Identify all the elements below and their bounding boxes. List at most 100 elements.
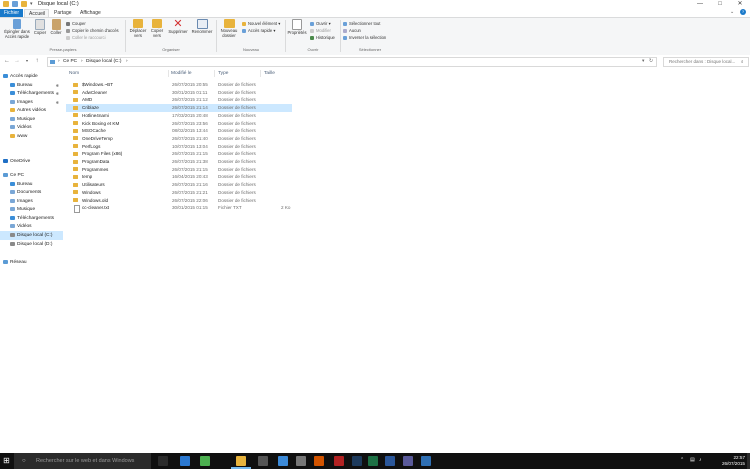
settings-icon[interactable] <box>296 456 306 466</box>
photoshop-icon[interactable] <box>352 456 362 466</box>
delete-button[interactable]: ✕ Supprimer <box>167 19 189 35</box>
nav-item[interactable]: Disque local (C:) <box>0 231 63 240</box>
taskbar-search-input[interactable]: Rechercher sur le web et dans Windows <box>36 453 134 469</box>
edit-button[interactable]: Modifier <box>310 28 331 34</box>
word-icon[interactable] <box>385 456 395 466</box>
chrome-icon[interactable] <box>200 456 210 466</box>
file-row[interactable]: $Windows.~BT 26/07/2015 20:55 Dossier de f… <box>66 81 292 89</box>
office-icon[interactable] <box>314 456 324 466</box>
column-divider[interactable] <box>168 70 169 77</box>
breadcrumb-drive-c[interactable]: Disque local (C:) <box>86 58 121 66</box>
qat-dropdown-icon[interactable]: ▾ <box>30 1 33 7</box>
windows-start-icon[interactable]: ⊞ <box>3 457 11 465</box>
rename-button[interactable]: Renommer <box>190 19 214 35</box>
store-icon[interactable] <box>278 456 288 466</box>
taskbar-search[interactable]: ○ Rechercher sur le web et dans Windows <box>14 453 151 469</box>
invert-selection-button[interactable]: Inverser la sélection <box>343 35 386 41</box>
minimize-button[interactable]: — <box>690 0 710 9</box>
copy-button[interactable]: Copier <box>32 19 48 36</box>
new-folder-button[interactable]: Nouveau dossier <box>218 19 240 38</box>
search-input[interactable]: Rechercher dans : Disque local... <box>669 58 735 66</box>
select-all-button[interactable]: Sélectionner tout <box>343 21 380 27</box>
file-row[interactable]: Windows.old 26/07/2015 22:06 Dossier de fi… <box>66 197 292 205</box>
address-dropdown-icon[interactable]: ▾ <box>642 58 644 66</box>
properties-qat-icon[interactable] <box>12 1 18 7</box>
column-name[interactable]: Nom <box>69 69 79 78</box>
file-explorer-icon[interactable] <box>236 456 246 466</box>
tab-share[interactable]: Partage <box>50 9 76 17</box>
file-row[interactable]: Kick Boxing et KM 26/07/2015 23:56 Dossier… <box>66 120 292 128</box>
new-folder-qat-icon[interactable] <box>21 1 27 7</box>
column-type[interactable]: Type <box>218 69 228 78</box>
file-row[interactable]: Programmes 26/07/2015 21:15 Dossier de fic… <box>66 166 292 174</box>
nav-item[interactable]: Documents <box>0 188 63 197</box>
properties-button[interactable]: Propriétés <box>287 19 307 36</box>
column-divider[interactable] <box>214 70 215 77</box>
select-none-button[interactable]: Aucun <box>343 28 361 34</box>
move-to-button[interactable]: Déplacer vers <box>128 19 148 38</box>
forward-button[interactable]: → <box>13 57 21 65</box>
history-button[interactable]: Historique <box>310 35 335 41</box>
column-divider[interactable] <box>260 70 261 77</box>
nav-item[interactable]: OneDrive <box>0 157 63 166</box>
search-box[interactable]: Rechercher dans : Disque local... ⌕ <box>663 57 749 67</box>
network-tray-icon[interactable]: ▤ <box>690 457 695 463</box>
copy-to-button[interactable]: Copier vers <box>148 19 166 38</box>
tab-home[interactable]: Accueil <box>24 9 49 17</box>
back-button[interactable]: ← <box>3 57 11 65</box>
pin-quick-access-button[interactable]: Épingler dans Accès rapide <box>2 19 32 39</box>
nav-item[interactable]: Accès rapide <box>0 72 63 81</box>
open-button[interactable]: Ouvrir ▾ <box>310 21 331 27</box>
column-date[interactable]: Modifié le <box>171 69 192 78</box>
expand-ribbon-icon[interactable]: ⌄ <box>730 9 734 15</box>
nav-item[interactable]: Ce PC <box>0 171 63 180</box>
excel-icon[interactable] <box>368 456 378 466</box>
file-row[interactable]: Windows 26/07/2015 21:21 Dossier de fichie… <box>66 189 292 197</box>
media-icon[interactable] <box>403 456 413 466</box>
new-item-button[interactable]: Nouvel élément ▾ <box>242 21 280 27</box>
refresh-icon[interactable]: ↻ <box>649 58 653 66</box>
nav-item[interactable]: Musique <box>0 205 63 214</box>
file-row[interactable]: Hotline4nami 17/03/2015 20:48 Dossier de f… <box>66 112 292 120</box>
nav-item[interactable]: Autres vidéos <box>0 106 63 115</box>
file-row[interactable]: Criblaze 26/07/2015 21:14 Dossier de fichi… <box>66 104 292 112</box>
nav-item[interactable]: Vidéos <box>0 123 63 132</box>
nav-item[interactable]: Réseau <box>0 258 63 267</box>
column-size[interactable]: Taille <box>264 69 275 78</box>
nav-item[interactable]: Téléchargements ✱ <box>0 89 63 98</box>
nav-item[interactable]: Vidéos <box>0 222 63 231</box>
address-bar[interactable]: › Ce PC › Disque local (C:) › ▾ ↻ <box>47 57 657 67</box>
up-button[interactable]: ↑ <box>33 57 41 65</box>
file-row[interactable]: Program Files (x86) 26/07/2015 21:15 Dossi… <box>66 150 292 158</box>
help-icon[interactable]: ? <box>740 9 746 15</box>
file-row[interactable]: ProgramData 26/07/2015 21:38 Dossier de fi… <box>66 158 292 166</box>
file-row[interactable]: Utilisateurs 26/07/2015 21:16 Dossier de f… <box>66 181 292 189</box>
file-row[interactable]: cc-cleaner.txt 30/01/2015 01:15 Fichier TX… <box>66 204 292 213</box>
file-row[interactable]: temp 16/04/2015 20:43 Dossier de fichiers <box>66 173 292 181</box>
recent-locations-icon[interactable]: ▾ <box>23 57 31 65</box>
maximize-button[interactable]: □ <box>710 0 730 9</box>
taskbar-clock[interactable]: 22:57 26/07/2015 <box>707 455 745 467</box>
misc-app-icon[interactable] <box>421 456 431 466</box>
breadcrumb-this-pc[interactable]: Ce PC <box>63 58 77 66</box>
close-button[interactable]: ✕ <box>730 0 750 9</box>
nav-item[interactable]: www <box>0 132 63 141</box>
paste-shortcut-button[interactable]: Coller le raccourci <box>66 35 106 41</box>
file-row[interactable]: PerfLogs 10/07/2015 13:04 Dossier de fichi… <box>66 143 292 151</box>
file-row[interactable]: MSOCache 08/02/2015 13:44 Dossier de fichi… <box>66 127 292 135</box>
calculator-icon[interactable] <box>258 456 268 466</box>
edge-icon[interactable] <box>180 456 190 466</box>
nav-item[interactable]: Disque local (D:) <box>0 240 63 249</box>
filezilla-icon[interactable] <box>334 456 344 466</box>
paste-button[interactable]: Coller <box>48 19 64 36</box>
cut-button[interactable]: Couper <box>66 21 86 27</box>
copy-path-button[interactable]: Copier le chemin d'accès <box>66 28 119 34</box>
notification-tray-icon[interactable]: ⌃ <box>680 457 684 463</box>
easy-access-button[interactable]: Accès rapide ▾ <box>242 28 275 34</box>
volume-tray-icon[interactable]: ♪ <box>699 457 702 463</box>
task-view-icon[interactable] <box>158 456 168 466</box>
tab-view[interactable]: Affichage <box>76 9 105 17</box>
tab-file[interactable]: Fichier <box>0 9 23 17</box>
file-row[interactable]: OneDriveTemp 26/07/2015 21:40 Dossier de f… <box>66 135 292 143</box>
file-row[interactable]: AdwCleaner 30/01/2015 01:11 Dossier de fic… <box>66 89 292 97</box>
